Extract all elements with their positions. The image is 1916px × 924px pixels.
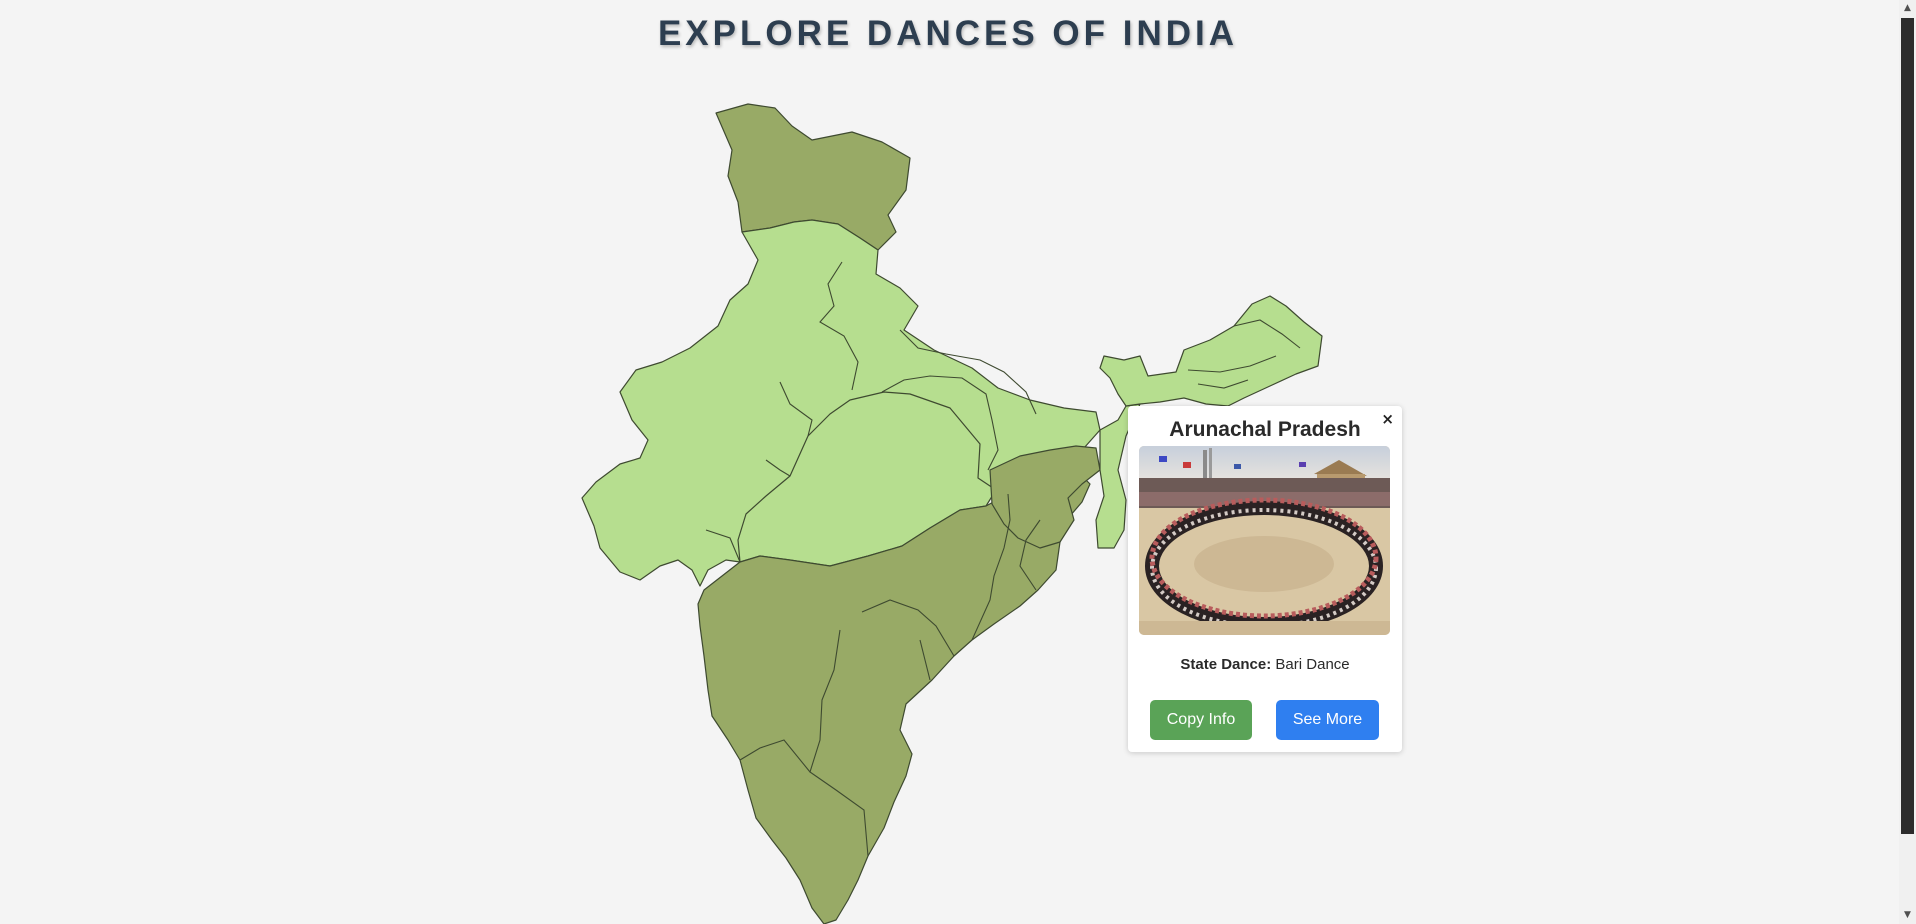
scroll-thumb[interactable] (1901, 18, 1914, 834)
see-more-button[interactable]: See More (1276, 700, 1379, 740)
vertical-scrollbar[interactable]: ▲ ▼ (1899, 0, 1916, 924)
dance-photo (1139, 446, 1390, 635)
state-dance-info: State Dance: Bari Dance (1128, 656, 1402, 673)
state-dance-value: Bari Dance (1275, 656, 1350, 673)
state-popup: × Arunachal Pradesh State Dance: Bari Da… (1128, 406, 1402, 752)
india-map[interactable] (0, 0, 1896, 924)
region-northeast[interactable] (1099, 295, 1323, 407)
popup-state-title: Arunachal Pradesh (1169, 418, 1361, 441)
state-dance-label: State Dance: (1180, 656, 1272, 673)
scroll-down-icon[interactable]: ▼ (1899, 907, 1916, 924)
copy-info-button[interactable]: Copy Info (1150, 700, 1252, 740)
dance-photo-icon (1139, 446, 1390, 635)
scroll-up-icon[interactable]: ▲ (1899, 0, 1916, 17)
